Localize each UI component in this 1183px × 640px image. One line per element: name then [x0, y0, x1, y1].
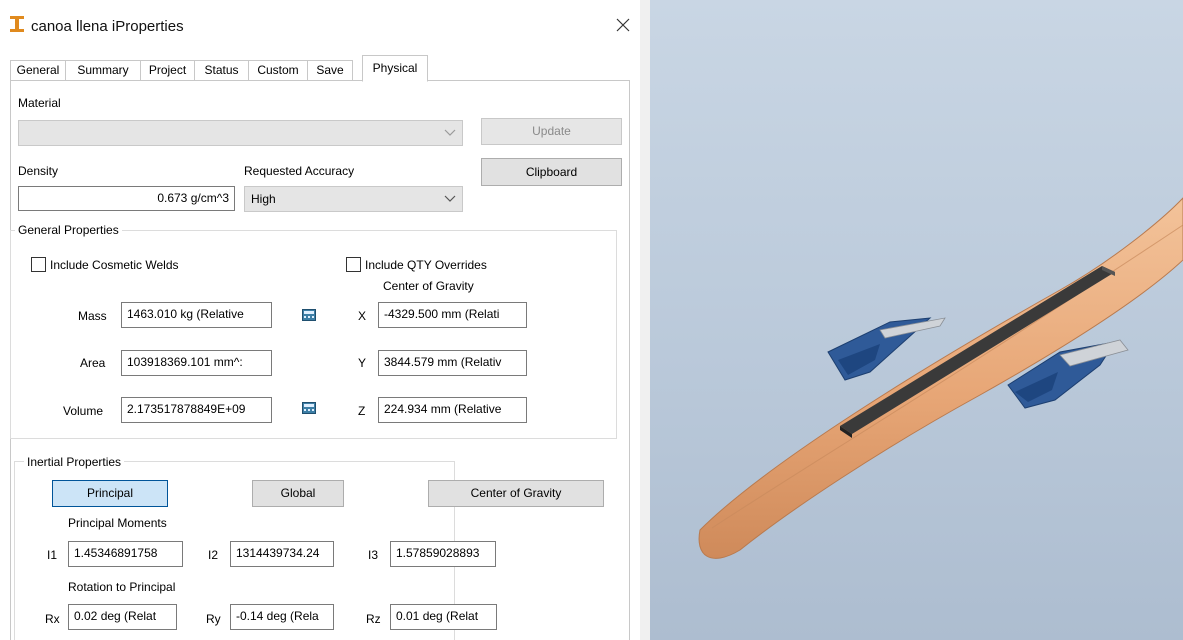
- rz-field[interactable]: 0.01 deg (Relat: [390, 604, 497, 630]
- center-of-gravity-button[interactable]: Center of Gravity: [428, 480, 604, 507]
- rz-label: Rz: [366, 612, 381, 626]
- tab-save[interactable]: Save: [307, 60, 353, 80]
- model-viewport[interactable]: [650, 0, 1183, 640]
- tab-summary[interactable]: Summary: [65, 60, 141, 80]
- ry-label: Ry: [206, 612, 221, 626]
- ry-field[interactable]: -0.14 deg (Rela: [230, 604, 334, 630]
- z-label: Z: [358, 404, 366, 418]
- iproperties-dialog: canoa llena iProperties General Summary …: [0, 0, 640, 640]
- material-label: Material: [18, 96, 61, 110]
- clipboard-button[interactable]: Clipboard: [481, 158, 622, 186]
- cog-x-field[interactable]: -4329.500 mm (Relati: [378, 302, 527, 328]
- i2-label: I2: [208, 548, 219, 562]
- area-label: Area: [80, 356, 106, 370]
- i1-field[interactable]: 1.45346891758: [68, 541, 183, 567]
- inertial-properties-title: Inertial Properties: [24, 455, 125, 469]
- material-select[interactable]: [18, 120, 463, 146]
- close-icon: [616, 18, 630, 32]
- general-properties-title: General Properties: [15, 223, 122, 237]
- title-bar: canoa llena iProperties: [0, 0, 640, 46]
- window-title: canoa llena iProperties: [31, 18, 184, 35]
- canoe-model-render: [698, 197, 1183, 559]
- tab-status[interactable]: Status: [194, 60, 249, 80]
- y-label: Y: [358, 356, 367, 370]
- chevron-down-icon: [444, 187, 456, 211]
- calculator-icon[interactable]: [302, 309, 316, 321]
- density-label: Density: [18, 164, 59, 178]
- tab-project[interactable]: Project: [140, 60, 195, 80]
- i2-field[interactable]: 1314439734.24: [230, 541, 334, 567]
- cog-z-field[interactable]: 224.934 mm (Relative: [378, 397, 527, 423]
- i3-label: I3: [368, 548, 379, 562]
- close-button[interactable]: [610, 12, 636, 38]
- principal-moments-label: Principal Moments: [68, 516, 167, 530]
- inventor-app-icon: [10, 16, 24, 32]
- update-button[interactable]: Update: [481, 118, 622, 145]
- mass-label: Mass: [78, 309, 107, 323]
- mass-field[interactable]: 1463.010 kg (Relative: [121, 302, 272, 328]
- qty-overrides-checkbox[interactable]: [346, 257, 361, 272]
- cosmetic-welds-label: Include Cosmetic Welds: [50, 258, 179, 272]
- x-label: X: [358, 309, 367, 323]
- tab-general[interactable]: General: [10, 60, 66, 80]
- tab-custom[interactable]: Custom: [248, 60, 308, 80]
- accuracy-select[interactable]: High: [244, 186, 463, 212]
- density-field[interactable]: 0.673 g/cm^3: [18, 186, 235, 211]
- volume-label: Volume: [63, 404, 104, 418]
- chevron-down-icon: [444, 121, 456, 145]
- qty-overrides-label: Include QTY Overrides: [365, 258, 487, 272]
- cosmetic-welds-checkbox[interactable]: [31, 257, 46, 272]
- i3-field[interactable]: 1.57859028893: [390, 541, 496, 567]
- volume-field[interactable]: 2.173517878849E+09: [121, 397, 272, 423]
- window-divider: [640, 0, 650, 640]
- rotation-to-principal-label: Rotation to Principal: [68, 580, 176, 594]
- global-button[interactable]: Global: [252, 480, 344, 507]
- i1-label: I1: [47, 548, 58, 562]
- rx-field[interactable]: 0.02 deg (Relat: [68, 604, 177, 630]
- calculator-icon[interactable]: [302, 402, 316, 414]
- center-of-gravity-label: Center of Gravity: [383, 279, 474, 293]
- principal-button[interactable]: Principal: [52, 480, 168, 507]
- accuracy-label: Requested Accuracy: [244, 164, 355, 178]
- cog-y-field[interactable]: 3844.579 mm (Relativ: [378, 350, 527, 376]
- area-field[interactable]: 103918369.101 mm^:: [121, 350, 272, 376]
- rx-label: Rx: [45, 612, 60, 626]
- tab-physical[interactable]: Physical: [362, 55, 428, 82]
